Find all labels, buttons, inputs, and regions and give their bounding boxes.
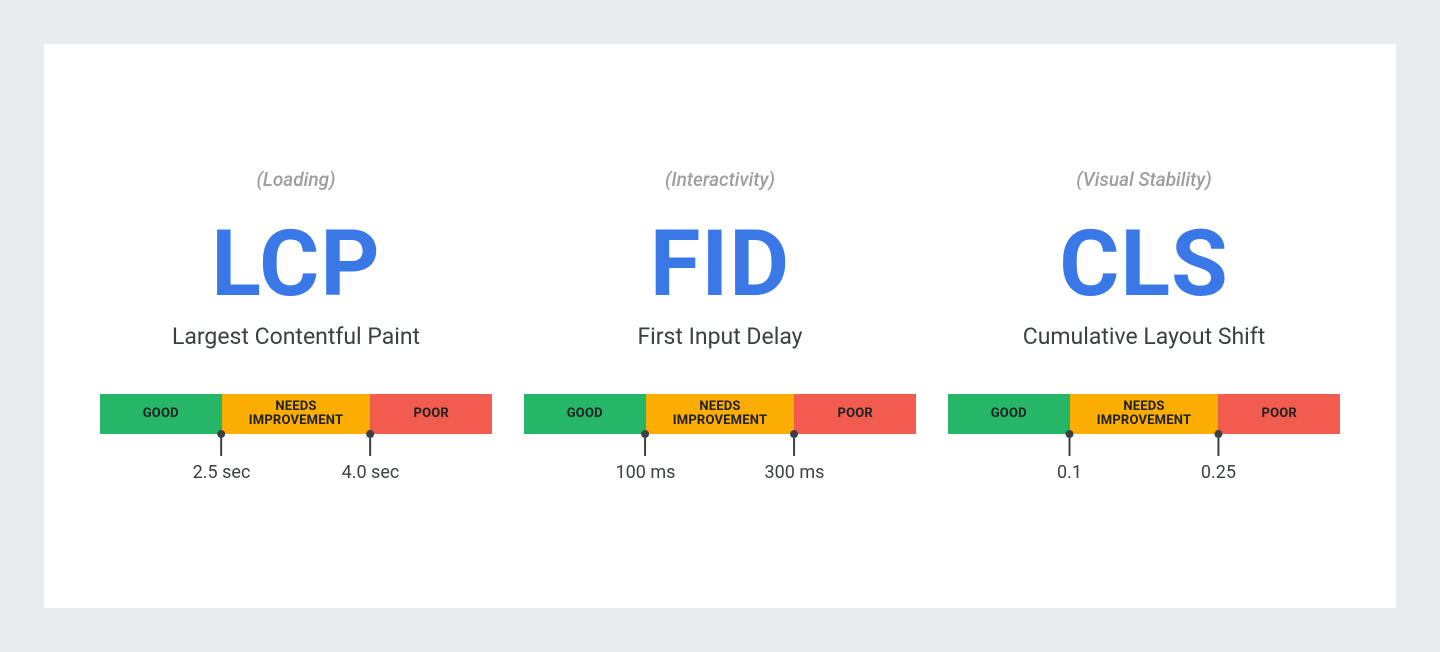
threshold-label: 4.0 sec [342,462,400,483]
threshold-bar: GOOD NEEDSIMPROVEMENT POOR 100 ms 300 ms [524,394,916,484]
metric-card-lcp: (Loading) LCP Largest Contentful Paint G… [100,168,492,484]
threshold-label: 300 ms [765,462,825,483]
metric-card-fid: (Interactivity) FID First Input Delay GO… [524,168,916,484]
segment-good: GOOD [524,394,646,434]
metric-fullname: Largest Contentful Paint [172,323,420,350]
metric-acronym: FID [650,219,790,311]
metric-acronym: LCP [211,219,380,311]
threshold-bar: GOOD NEEDSIMPROVEMENT POOR 2.5 sec 4.0 s… [100,394,492,484]
segment-good: GOOD [100,394,222,434]
metric-acronym: CLS [1059,219,1229,311]
segment-good: GOOD [948,394,1070,434]
threshold-label: 2.5 sec [193,462,251,483]
threshold-marker-good: 100 ms [616,430,676,483]
segment-poor: POOR [1218,394,1340,434]
threshold-marker-poor: 0.25 [1201,430,1236,483]
segment-needs-improvement: NEEDSIMPROVEMENT [646,394,795,434]
threshold-label: 0.1 [1057,462,1082,483]
segment-needs-improvement: NEEDSIMPROVEMENT [1070,394,1219,434]
diagram-canvas: (Loading) LCP Largest Contentful Paint G… [44,44,1396,608]
metric-card-cls: (Visual Stability) CLS Cumulative Layout… [948,168,1340,484]
segment-needs-improvement: NEEDSIMPROVEMENT [222,394,371,434]
threshold-marker-good: 2.5 sec [193,430,251,483]
threshold-marker-good: 0.1 [1057,430,1082,483]
metric-category: (Visual Stability) [1076,168,1212,191]
threshold-label: 0.25 [1201,462,1236,483]
threshold-marker-poor: 300 ms [765,430,825,483]
threshold-bar: GOOD NEEDSIMPROVEMENT POOR 0.1 0.25 [948,394,1340,484]
metric-fullname: Cumulative Layout Shift [1023,323,1266,350]
metric-category: (Loading) [257,168,336,191]
threshold-label: 100 ms [616,462,676,483]
segment-poor: POOR [370,394,492,434]
threshold-marker-poor: 4.0 sec [342,430,400,483]
segment-poor: POOR [794,394,916,434]
metric-fullname: First Input Delay [637,323,802,350]
metric-category: (Interactivity) [665,168,775,191]
